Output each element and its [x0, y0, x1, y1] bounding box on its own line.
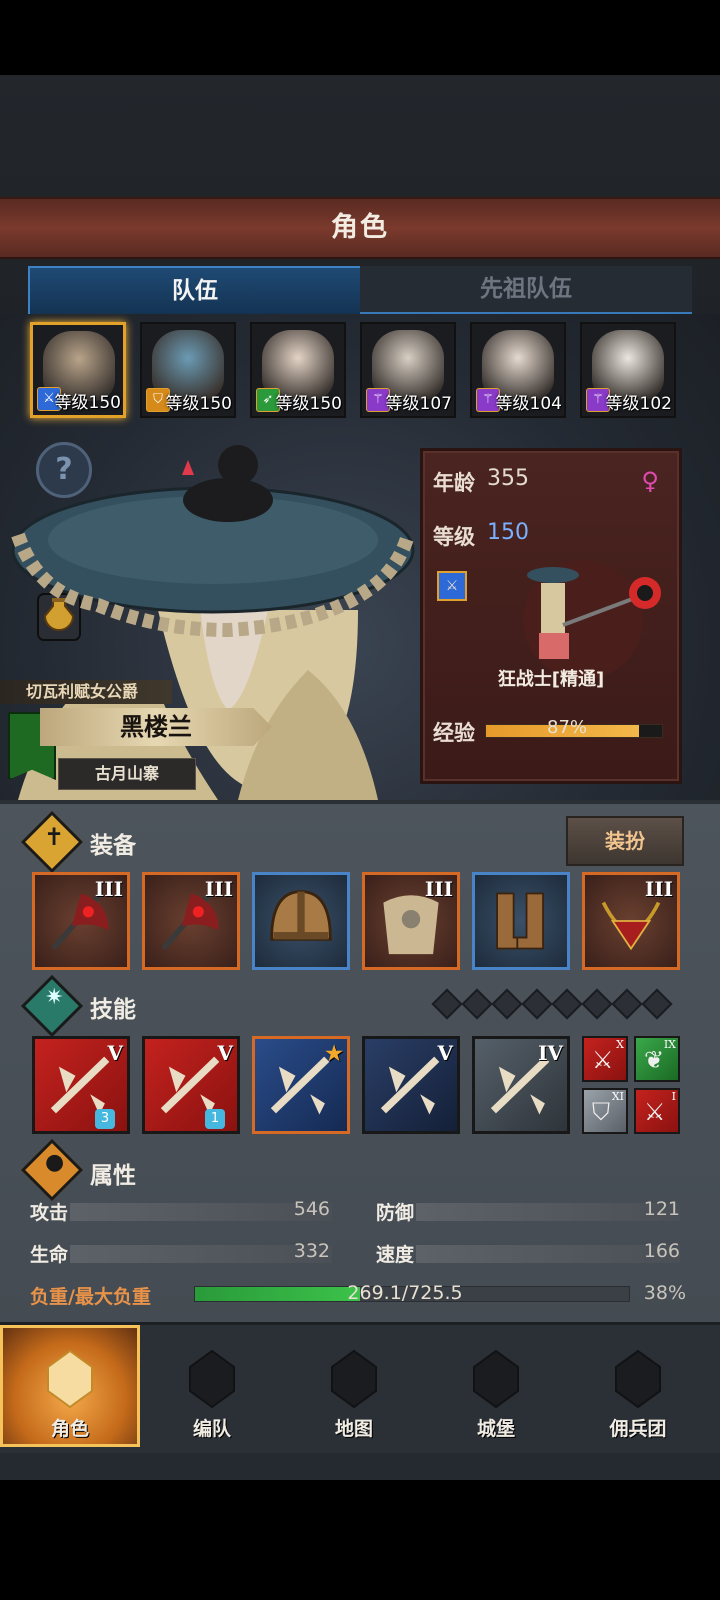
cross-glyph: ✝: [44, 823, 65, 851]
wing-icon: ❦: [644, 1046, 665, 1074]
passive-skill-3[interactable]: ⛉ XI: [582, 1088, 628, 1134]
sword-icon: ⚔: [644, 1098, 666, 1126]
skill-tier: V: [437, 1041, 453, 1065]
tab-ancestor-team[interactable]: 先祖队伍: [360, 266, 692, 315]
mercenary-icon: [615, 1349, 661, 1409]
shield-icon: ⛉: [592, 1098, 610, 1126]
skill-tier: V: [107, 1041, 123, 1065]
level-label: 等级: [433, 525, 475, 549]
tab-team[interactable]: 队伍: [28, 266, 362, 314]
team-member-6[interactable]: ⚚ 等级102: [580, 322, 676, 418]
hero-origin: 古月山寨: [58, 758, 196, 790]
hero-level: 等级150: [54, 393, 121, 413]
level-value: 150: [487, 520, 529, 545]
passive-skill-1[interactable]: ⚔ X: [582, 1036, 628, 1082]
attack-value: 546: [293, 1198, 330, 1220]
nav-knight[interactable]: 角色: [0, 1325, 140, 1447]
passive-skill-tier: IX: [663, 1038, 676, 1051]
equipment-title: 装备: [90, 833, 136, 859]
skill-tier: IV: [538, 1041, 563, 1065]
equipment-tier: III: [94, 877, 123, 901]
age-value: 355: [487, 466, 529, 491]
hero-name[interactable]: 黑楼兰: [40, 708, 272, 746]
equipment-slot-3[interactable]: [252, 872, 350, 970]
squad-icon: [189, 1349, 235, 1409]
star-glyph: ✷: [45, 985, 64, 1010]
nav-label: 城堡: [476, 1418, 515, 1440]
helmet-icon: [270, 890, 332, 941]
female-icon: ♀: [641, 467, 659, 495]
defense-label: 防御: [376, 1202, 415, 1224]
nav-label: 角色: [50, 1418, 89, 1440]
person-glyph: ●: [45, 1150, 65, 1175]
weight-label: 负重/最大负重: [30, 1286, 151, 1308]
character-portrait: [11, 445, 415, 800]
weight-value: 269.1/725.5: [347, 1282, 463, 1304]
passive-skill-tier: XI: [611, 1090, 624, 1103]
page-title: 角色: [331, 212, 389, 243]
equipment-tier: III: [204, 877, 233, 901]
hero-level: 等级102: [605, 394, 672, 414]
team-member-2[interactable]: ⛉ 等级150: [140, 322, 236, 418]
team-member-3[interactable]: ➶ 等级150: [250, 322, 346, 418]
nav-label: 地图: [334, 1418, 373, 1440]
attack-label: 攻击: [30, 1202, 69, 1224]
skill-slot-5[interactable]: IV: [472, 1036, 570, 1134]
skill-slot-3[interactable]: ★: [252, 1036, 350, 1134]
skills-title: 技能: [90, 997, 136, 1023]
health-label: 生命: [30, 1244, 69, 1266]
boots-icon: [496, 892, 544, 950]
skill-slot-4[interactable]: V: [362, 1036, 460, 1134]
skill-tier: ★: [325, 1041, 343, 1065]
hero-level: 等级107: [385, 394, 452, 414]
castle-icon: [473, 1349, 519, 1409]
equipment-slot-1[interactable]: III: [32, 872, 130, 970]
compass-map-icon: [331, 1349, 377, 1409]
page-header: 角色: [0, 197, 720, 259]
passive-skill-tier: I: [671, 1090, 676, 1103]
team-member-1[interactable]: ⚔ 等级150: [30, 322, 126, 418]
knight-icon: [47, 1349, 93, 1409]
class-name: 狂战士[精通]: [497, 669, 605, 690]
hero-level: 等级104: [495, 394, 562, 414]
passive-skill-tier: X: [616, 1038, 624, 1051]
hero-level: 等级150: [275, 394, 342, 414]
nav-mercenary[interactable]: 佣兵团: [568, 1325, 708, 1447]
nav-compass-map[interactable]: 地图: [284, 1325, 424, 1447]
team-member-4[interactable]: ⚚ 等级107: [360, 322, 456, 418]
skill-tier: V: [217, 1041, 233, 1065]
equipment-tier: III: [424, 877, 453, 901]
equipment-slot-2[interactable]: III: [142, 872, 240, 970]
passive-skill-4[interactable]: ⚔ I: [634, 1088, 680, 1134]
skill-slot-2[interactable]: V1: [142, 1036, 240, 1134]
equipment-slot-5[interactable]: [472, 872, 570, 970]
age-label: 年龄: [433, 471, 475, 495]
skill-gem-count: 1: [205, 1109, 225, 1129]
health-value: 332: [293, 1240, 330, 1262]
exp-label: 经验: [433, 721, 475, 745]
hero-title: 切瓦利赋女公爵: [0, 680, 172, 704]
hero-info-card: 年龄 355 ♀ 等级 150 ⚔ 狂战士[精通] 经验 87%: [420, 448, 682, 784]
nav-castle[interactable]: 城堡: [426, 1325, 566, 1447]
exp-percent: 87%: [547, 717, 588, 738]
dress-up-button[interactable]: 装扮: [566, 816, 684, 866]
sword-icon: ⚔: [592, 1046, 614, 1074]
nav-label: 佣兵团: [609, 1418, 667, 1440]
equipment-slot-6[interactable]: III: [582, 872, 680, 970]
hero-level: 等级150: [165, 394, 232, 414]
speed-value: 166: [643, 1240, 680, 1262]
defense-value: 121: [643, 1198, 680, 1220]
skill-gem-count: 3: [95, 1109, 115, 1129]
equipment-tier: III: [644, 877, 673, 901]
team-member-5[interactable]: ⚚ 等级104: [470, 322, 566, 418]
nav-label: 编队: [192, 1418, 231, 1440]
skill-slot-1[interactable]: V3: [32, 1036, 130, 1134]
equipment-slot-4[interactable]: III: [362, 872, 460, 970]
attributes-title: 属性: [90, 1163, 136, 1189]
class-sword-icon: ⚔: [437, 571, 467, 601]
nav-squad[interactable]: 编队: [142, 1325, 282, 1447]
speed-label: 速度: [376, 1244, 415, 1266]
weight-percent: 38%: [643, 1282, 686, 1304]
passive-skill-2[interactable]: ❦ IX: [634, 1036, 680, 1082]
